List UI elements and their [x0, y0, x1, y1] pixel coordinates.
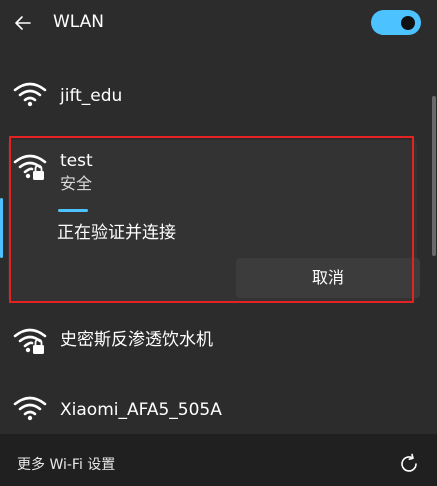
toggle-knob [401, 15, 415, 30]
arrow-left-icon [15, 16, 31, 30]
security-status: 安全 [60, 174, 93, 193]
wlan-panel: WLAN jift_edu test 安全 正在验证并连接 取消 史密斯反渗透饮… [0, 0, 437, 486]
refresh-icon [401, 453, 417, 472]
more-wifi-settings-link[interactable]: 更多 Wi-Fi 设置 [17, 456, 115, 474]
refresh-button[interactable] [397, 452, 421, 476]
connecting-status: 正在验证并连接 [57, 223, 176, 243]
wifi-icon [13, 82, 47, 107]
wifi-secured-icon [13, 328, 47, 354]
network-item-xiaomi[interactable]: Xiaomi_AFA5_505A [0, 386, 430, 434]
header: WLAN [0, 0, 437, 46]
network-name: 史密斯反渗透饮水机 [60, 330, 213, 350]
network-name: test [60, 151, 93, 171]
cancel-button[interactable]: 取消 [236, 258, 420, 298]
page-title: WLAN [53, 12, 105, 32]
network-item-jift-edu[interactable]: jift_edu [0, 72, 430, 120]
selection-indicator [0, 198, 3, 258]
wifi-secured-icon [13, 154, 47, 180]
footer: 更多 Wi-Fi 设置 [0, 434, 437, 486]
back-button[interactable] [10, 10, 36, 36]
network-name: jift_edu [60, 86, 123, 106]
wlan-toggle[interactable] [371, 10, 421, 35]
scrollbar[interactable] [432, 96, 436, 256]
wifi-icon [13, 396, 47, 421]
network-name: Xiaomi_AFA5_505A [60, 400, 222, 420]
connecting-progress [58, 209, 88, 212]
network-item-smith[interactable]: 史密斯反渗透饮水机 [0, 316, 430, 364]
